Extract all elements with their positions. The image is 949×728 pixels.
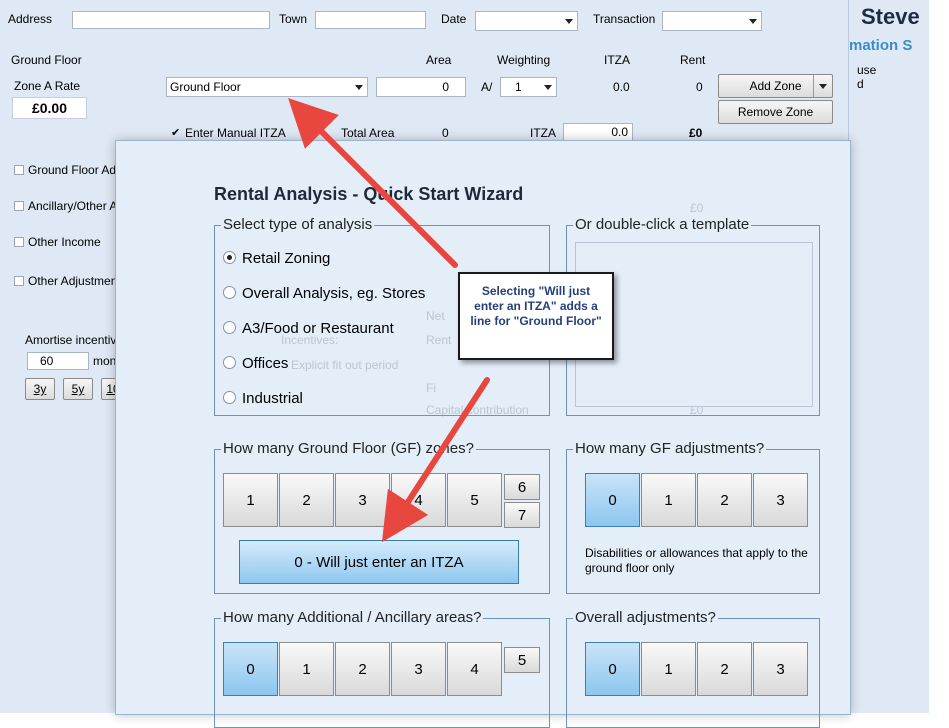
arrow-to-ground-floor-icon [288,98,458,268]
arrow-to-itza-button-icon [381,377,490,543]
annotation-arrows [288,98,490,543]
